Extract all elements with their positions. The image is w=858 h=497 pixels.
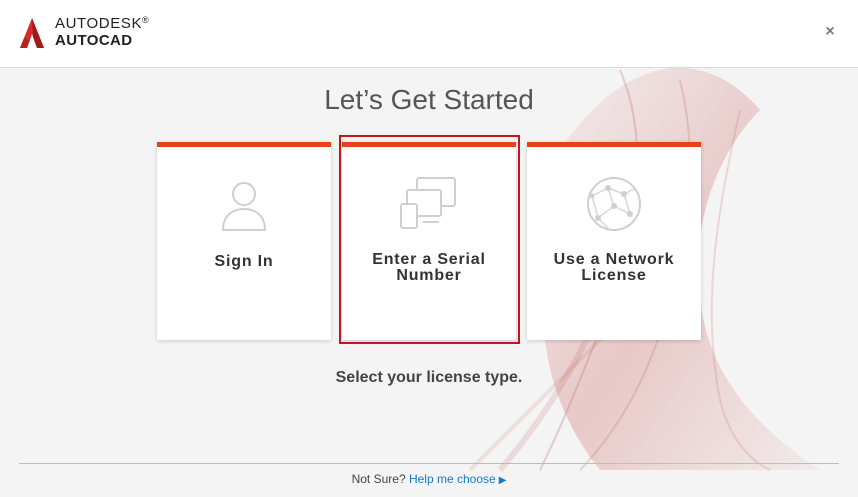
brand-company-name: AUTODESK [55, 15, 143, 32]
serial-number-card[interactable]: Enter a Serial Number [342, 142, 516, 340]
license-type-prompt: Select your license type. [335, 369, 523, 386]
network-license-card[interactable]: Use a Network License [527, 142, 701, 340]
caret-right-icon[interactable]: ▶ [499, 475, 507, 486]
help-me-choose-link[interactable]: Help me choose [409, 472, 496, 486]
brand-company: AUTODESK® [55, 15, 149, 32]
card-accent-bar [342, 142, 516, 147]
footer: Not Sure? Help me choose ▶ [0, 472, 858, 486]
not-sure-text: Not Sure? [351, 472, 406, 486]
footer-divider [19, 463, 839, 464]
close-icon[interactable]: × [822, 24, 838, 40]
serial-number-label-line1: Enter a Serial [372, 251, 486, 268]
serial-number-label: Enter a Serial Number [350, 252, 508, 284]
page-title: Let’s Get Started [324, 84, 534, 115]
card-accent-bar [157, 142, 331, 147]
person-icon [221, 182, 267, 231]
devices-icon [400, 177, 456, 229]
network-license-label-line1: Use a Network [553, 251, 675, 268]
card-accent-bar [527, 142, 701, 147]
brand-product: AUTOCAD [55, 32, 133, 49]
sign-in-card[interactable]: Sign In [157, 142, 331, 340]
serial-number-label-line2: Number [396, 267, 462, 284]
header-bar: AUTODESK® AUTOCAD × [0, 0, 858, 68]
sign-in-label: Sign In [214, 253, 274, 270]
network-license-label: Use a Network License [535, 252, 693, 284]
registered-mark: ® [142, 15, 150, 25]
network-globe-icon [587, 177, 641, 231]
network-license-label-line2: License [581, 267, 647, 284]
autodesk-logo-icon [20, 18, 44, 48]
